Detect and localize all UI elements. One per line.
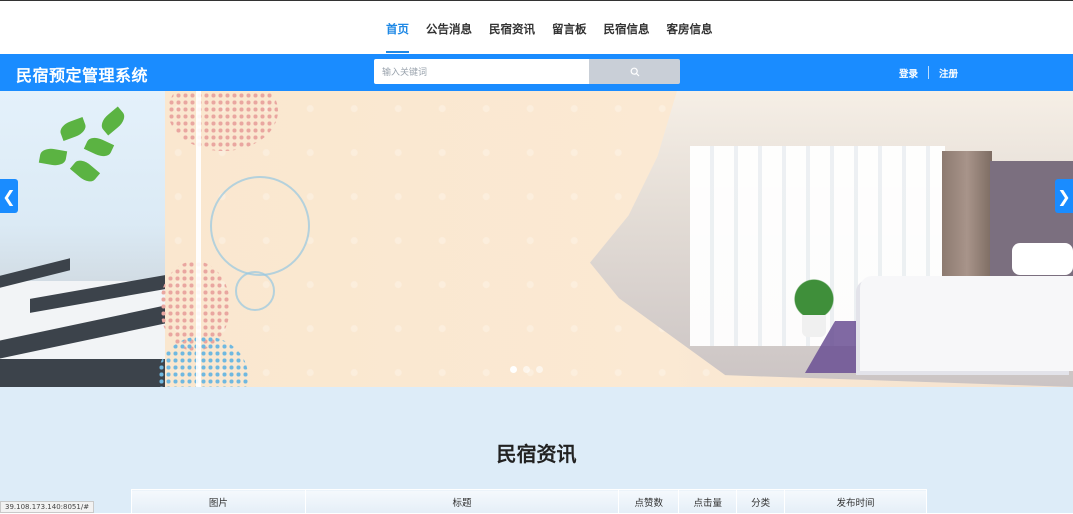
news-table: 图片 标题 点赞数 点击量 分类 发布时间 (131, 489, 927, 514)
slide-image-architecture (0, 91, 165, 387)
banner-carousel[interactable]: ❮ ❯ (0, 91, 1073, 387)
leaf-decoration (39, 147, 67, 167)
top-navigation: 首页 公告消息 民宿资讯 留言板 民宿信息 客房信息 (0, 0, 1073, 54)
nav-item-home[interactable]: 首页 (386, 1, 409, 54)
status-bar-url: 39.108.173.140:8051/# (0, 501, 94, 513)
register-link[interactable]: 注册 (939, 66, 958, 80)
chevron-left-icon: ❮ (2, 187, 15, 206)
header-bar: 民宿预定管理系统 登录 注册 (0, 54, 1073, 91)
leaf-decoration (98, 107, 128, 136)
leaf-decoration (58, 117, 88, 141)
ring-decoration (210, 176, 310, 276)
column-header-image: 图片 (132, 490, 306, 514)
column-header-publish-time: 发布时间 (785, 490, 927, 514)
building-roof (0, 359, 165, 387)
carousel-dot[interactable] (510, 366, 517, 373)
nav-item-homestay-info[interactable]: 民宿信息 (604, 1, 650, 54)
carousel-dot[interactable] (536, 366, 543, 373)
room-bed (860, 276, 1073, 371)
ring-decoration (235, 271, 275, 311)
auth-links: 登录 注册 (899, 54, 958, 91)
divider-decoration (196, 91, 201, 387)
nav-item-announcements[interactable]: 公告消息 (426, 1, 472, 54)
section-title: 民宿资讯 (0, 438, 1073, 467)
nav-item-message-board[interactable]: 留言板 (552, 1, 587, 54)
search-icon (630, 67, 640, 77)
chevron-right-icon: ❯ (1057, 187, 1070, 206)
carousel-indicators (510, 366, 543, 373)
nav-item-room-info[interactable]: 客房信息 (667, 1, 713, 54)
carousel-prev-button[interactable]: ❮ (0, 179, 18, 213)
search-button[interactable] (589, 59, 680, 84)
carousel-dot[interactable] (523, 366, 530, 373)
room-plant (786, 279, 842, 319)
column-header-category: 分类 (737, 490, 785, 514)
site-title: 民宿预定管理系统 (16, 62, 148, 86)
login-link[interactable]: 登录 (899, 66, 918, 80)
nav-menu: 首页 公告消息 民宿资讯 留言板 民宿信息 客房信息 (386, 1, 730, 54)
auth-divider (928, 66, 929, 79)
room-plant-pot (802, 315, 826, 337)
column-header-clicks: 点击量 (679, 490, 737, 514)
column-header-title: 标题 (305, 490, 619, 514)
nav-item-homestay-news[interactable]: 民宿资讯 (489, 1, 535, 54)
column-header-likes: 点赞数 (619, 490, 679, 514)
room-pillow (1012, 243, 1073, 275)
leaf-decoration (84, 134, 114, 159)
table-header-row: 图片 标题 点赞数 点击量 分类 发布时间 (132, 490, 927, 514)
leaf-decoration (70, 157, 100, 186)
carousel-next-button[interactable]: ❯ (1055, 179, 1073, 213)
news-section: 民宿资讯 图片 标题 点赞数 点击量 分类 发布时间 (0, 387, 1073, 513)
search-input[interactable] (374, 59, 589, 84)
